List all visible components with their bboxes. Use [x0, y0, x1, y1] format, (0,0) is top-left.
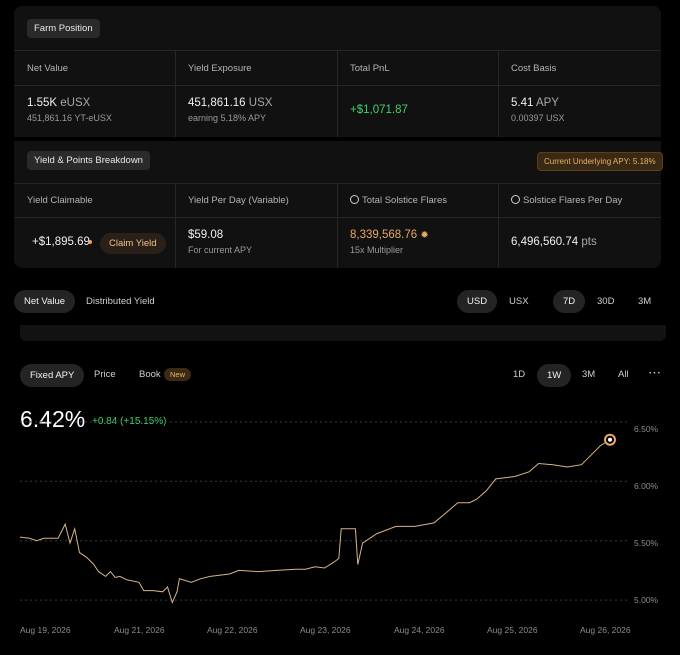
x-tick-label: Aug 22, 2026	[207, 625, 258, 635]
end-point-dot	[608, 437, 612, 442]
y-tick-label: 5.00%	[634, 595, 659, 605]
x-tick-label: Aug 25, 2026	[487, 625, 538, 635]
y-tick-label: 6.50%	[634, 424, 659, 434]
series-line	[19, 439, 611, 604]
x-tick-label: Aug 21, 2026	[114, 625, 165, 635]
apy-chart	[19, 421, 630, 604]
y-tick-label: 5.50%	[634, 538, 659, 548]
y-tick-label: 6.00%	[634, 481, 659, 491]
x-tick-label: Aug 23, 2026	[300, 625, 351, 635]
x-tick-label: Aug 24, 2026	[394, 625, 445, 635]
x-tick-label: Aug 26, 2026	[580, 625, 631, 635]
x-tick-label: Aug 19, 2026	[20, 625, 71, 635]
